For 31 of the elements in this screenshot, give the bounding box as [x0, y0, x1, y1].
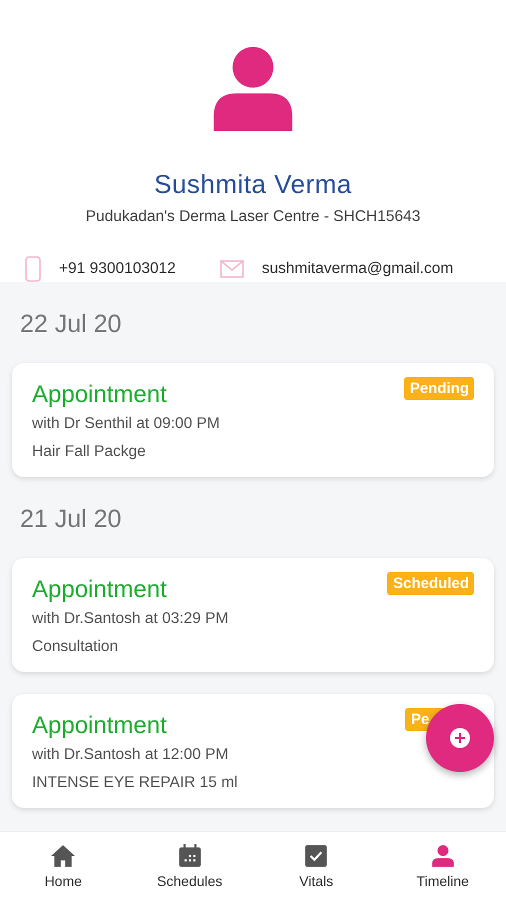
profile-name: Sushmita Verma: [154, 169, 352, 200]
date-heading: 21 Jul 20: [19, 504, 122, 535]
nav-tab[interactable]: Vitals: [253, 832, 380, 900]
appointment-title: Appointment: [32, 712, 167, 740]
appointment-note: INTENSE EYE REPAIR 15 ml: [32, 774, 239, 792]
add-icon: [450, 728, 470, 748]
date-heading: 22 Jul 20: [19, 309, 122, 340]
appointment-detail: with Dr.Santosh at 03:29 PM: [32, 610, 230, 628]
appointment-card[interactable]: Appointment Scheduled with Dr.Santosh at 03:29 PM Consultation: [12, 558, 494, 672]
clinic-name: Pudukadan's Derma Laser Centre - SHCH15643: [86, 208, 420, 226]
status-badge: Scheduled: [387, 572, 474, 595]
mail-icon: [220, 260, 244, 278]
phone-number: +91 9300103012: [59, 260, 176, 278]
appointment-card[interactable]: Appointment Pe with Dr.Santosh at 12:00 PM INTENSE EYE REPAIR 15 ml: [12, 694, 494, 808]
nav-tab[interactable]: Timeline: [380, 832, 506, 900]
email-address: sushmitaverma@gmail.com: [262, 260, 454, 278]
appointment-detail: with Dr Senthil at 09:00 PM: [32, 415, 221, 433]
appointment-note: Consultation: [32, 638, 120, 656]
nav-tab[interactable]: Schedules: [126, 832, 253, 900]
appointment-detail: with Dr.Santosh at 12:00 PM: [32, 746, 230, 764]
checkbox-icon: [303, 843, 330, 869]
status-badge: Pending: [404, 377, 474, 400]
appointment-title: Appointment: [32, 576, 167, 604]
nav-tab[interactable]: Home: [0, 832, 126, 900]
person-icon: [430, 843, 456, 869]
home-icon: [50, 843, 76, 869]
appointment-note: Hair Fall Packge: [32, 443, 147, 461]
phone-icon: [25, 256, 41, 282]
calendar-icon: [176, 843, 203, 869]
appointment-title: Appointment: [32, 381, 167, 409]
appointment-card[interactable]: Appointment Pending with Dr Senthil at 09:00 PM Hair Fall Packge: [12, 363, 494, 477]
